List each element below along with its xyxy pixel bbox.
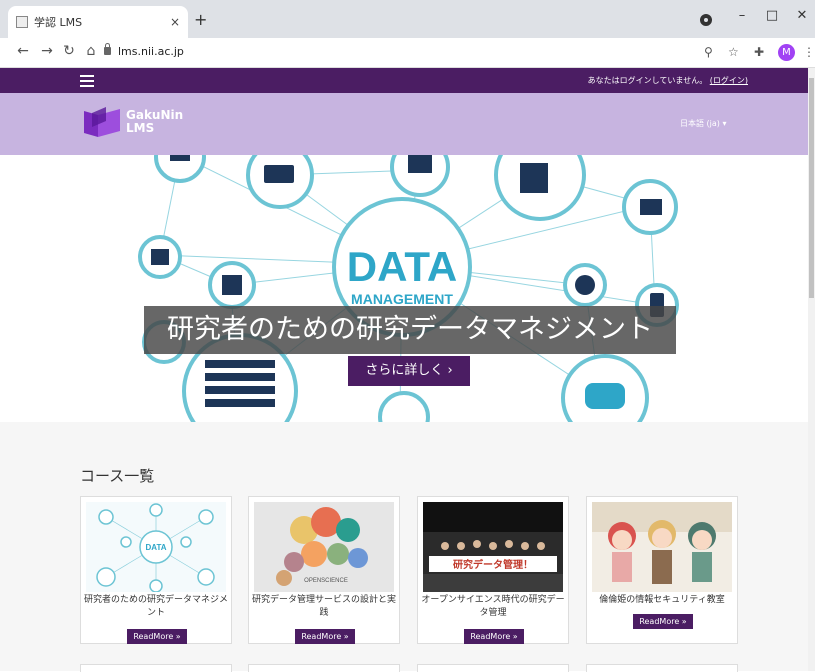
login-status: あなたはログインしていません。 (ログイン) [588,75,748,86]
course-thumbnail[interactable]: 研究データ管理！ [423,502,563,592]
course-card[interactable]: 研究データ管理！ オープンサイエンス時代の研究データ管理 ReadMore » [417,496,569,644]
profile-avatar[interactable]: M [778,44,795,61]
reload-icon[interactable]: ↻ [60,43,78,59]
gakunin-logo-icon[interactable] [84,107,120,139]
course-card[interactable]: 倫倫姫の情報セキュリティ教室 ReadMore » [586,496,738,644]
forward-arrow-icon[interactable]: → [38,43,56,59]
course-title[interactable]: 研究データ管理サービスの設計と実践 [251,594,397,620]
zoom-icon[interactable]: ⚲ [704,45,713,59]
copy-files-icon [222,275,242,295]
hamburger-menu-icon[interactable] [80,75,94,90]
login-status-text: あなたはログインしていません。 [587,76,708,85]
lock-icon[interactable] [104,43,111,55]
learn-more-button[interactable]: さらに詳しく › [348,356,470,386]
maximize-button[interactable]: □ [762,8,782,23]
course-thumbnail[interactable]: OPENSCIENCE [254,502,394,592]
extensions-icon[interactable]: ✚ [754,45,764,59]
hero-caption: 研究者のための研究データマネジメント [144,306,676,354]
course-title[interactable]: 倫倫姫の情報セキュリティ教室 [589,594,735,607]
monitor-icon [640,199,662,215]
record-icon[interactable] [700,14,712,26]
hero-center-title: DATA [347,243,457,290]
bar-chart-icon [151,249,169,265]
browser-tab-strip: 学認 LMS × + – □ ✕ [0,0,815,38]
browser-tab[interactable]: 学認 LMS × [8,6,188,38]
barcode-icon [408,155,432,173]
course-list-title: コース一覧 [80,467,155,485]
back-arrow-icon[interactable]: ← [14,43,32,59]
tab-close-icon[interactable]: × [170,15,180,29]
brand-line-2: LMS [126,121,155,135]
close-window-button[interactable]: ✕ [792,8,812,23]
new-tab-button[interactable]: + [194,12,207,28]
login-link[interactable]: (ログイン) [710,76,748,85]
language-selector[interactable]: 日本語 (ja) ▾ [680,118,726,129]
brand-bar: GakuNin LMS 日本語 (ja) ▾ [0,93,808,155]
course-thumbnail[interactable] [592,502,732,592]
course-card[interactable]: DATA 研究者のための研究データマネジメント ReadMore » [80,496,232,644]
readmore-button[interactable]: ReadMore » [464,629,524,644]
readmore-button[interactable]: ReadMore » [127,629,187,644]
course-thumbnail[interactable]: DATA [86,502,226,592]
home-icon[interactable]: ⌂ [82,43,100,59]
address-bar[interactable]: lms.nii.ac.jp [118,45,184,58]
scrollbar-thumb[interactable] [809,78,814,298]
readmore-button[interactable]: ReadMore » [633,614,693,629]
browser-menu-icon[interactable]: ⋮ [803,45,815,59]
thumbnail-label: DATA [145,543,166,552]
tab-title: 学認 LMS [34,16,83,29]
minimize-button[interactable]: – [732,8,752,23]
globe-icon [575,275,595,295]
site-favicon-icon [16,16,28,28]
readmore-button[interactable]: ReadMore » [295,629,355,644]
brand-name[interactable]: GakuNin LMS [126,109,183,135]
thumbnail-label: 研究データ管理！ [453,558,533,571]
course-title[interactable]: 研究者のための研究データマネジメント [83,594,229,620]
cloud-icon [585,383,625,409]
hero-center-subtitle: MANAGEMENT [351,291,453,307]
browser-toolbar: ← → ↻ ⌂ lms.nii.ac.jp ⚲ ☆ ✚ M ⋮ [0,38,815,68]
course-card[interactable]: OPENSCIENCE 研究データ管理サービスの設計と実践 ReadMore » [248,496,400,644]
site-top-navbar: あなたはログインしていません。 (ログイン) [0,68,808,93]
eye-icon [170,155,190,161]
server-stack-icon [205,360,275,368]
thumbnail-label: OPENSCIENCE [304,578,348,584]
document-icon [520,163,548,193]
bookmark-star-icon[interactable]: ☆ [728,45,739,59]
course-title[interactable]: オープンサイエンス時代の研究データ管理 [420,594,566,620]
tablet-icon [264,165,294,183]
